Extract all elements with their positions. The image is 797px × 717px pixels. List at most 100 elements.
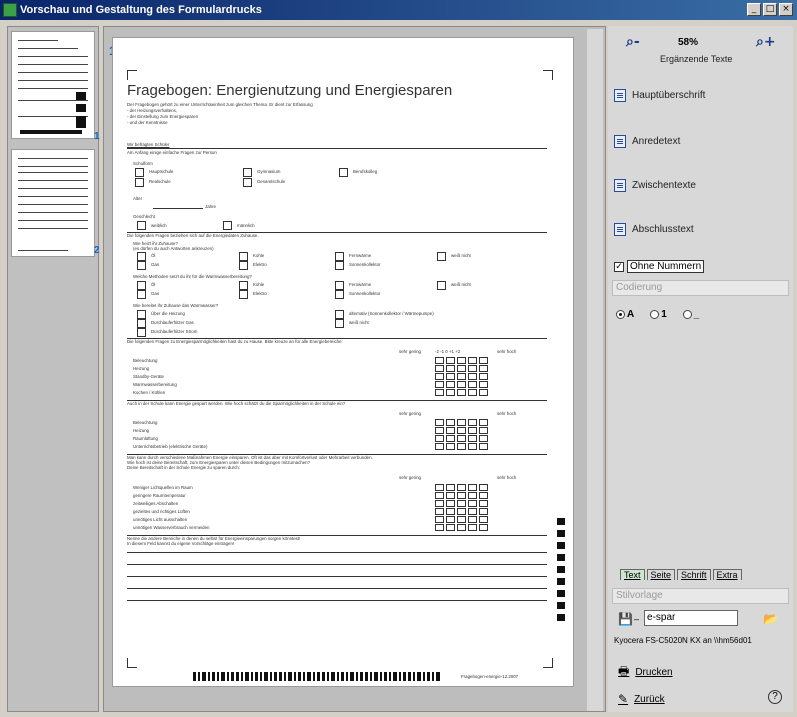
rating-row[interactable] bbox=[435, 500, 488, 507]
rating-row[interactable] bbox=[435, 389, 488, 396]
rating-row[interactable] bbox=[435, 373, 488, 380]
opt-water-heizung: Über die Heizung bbox=[151, 311, 185, 316]
print-preview-area[interactable]: 1 Fragebogen: Energienutzung und Energie… bbox=[103, 26, 606, 712]
answer-line[interactable] bbox=[127, 564, 547, 565]
radio-icon bbox=[650, 310, 660, 319]
checkbox-icon[interactable]: ✓ bbox=[614, 261, 624, 272]
minimize-button[interactable]: _ bbox=[747, 3, 761, 16]
help-button[interactable]: ? bbox=[768, 690, 782, 704]
checkbox-warm-oel[interactable] bbox=[137, 281, 146, 290]
doc-title: Fragebogen: Energienutzung und Energiesp… bbox=[127, 82, 453, 99]
close-button[interactable]: × bbox=[779, 3, 793, 16]
checkbox-heat-oel[interactable] bbox=[137, 252, 146, 261]
rating-row[interactable] bbox=[435, 357, 488, 364]
checkbox-water-heizung[interactable] bbox=[137, 310, 146, 319]
registration-mark bbox=[557, 590, 565, 597]
rating-row[interactable] bbox=[435, 435, 488, 442]
stilvorlage-input[interactable]: e-spar bbox=[644, 610, 738, 626]
page-thumbnail-2[interactable] bbox=[11, 149, 95, 257]
answer-line[interactable] bbox=[127, 588, 547, 589]
checkbox-heat-elektro[interactable] bbox=[239, 261, 248, 270]
registration-mark bbox=[557, 542, 565, 549]
zoom-value: 58% bbox=[678, 37, 699, 48]
checkbox-maennlich[interactable] bbox=[223, 221, 232, 230]
doc-intro-3: - der Einstellung zum Energiesparen bbox=[127, 114, 199, 119]
q-free-sub: In diesem Feld kannst du eigene Vorschlä… bbox=[127, 541, 235, 546]
answer-line[interactable] bbox=[127, 552, 547, 553]
checkbox-heat-weissnicht[interactable] bbox=[437, 252, 446, 261]
checkbox-hauptschule[interactable] bbox=[135, 168, 144, 177]
opt-gesamtschule: Gesamtschule bbox=[257, 179, 286, 184]
page-thumbnail-1[interactable] bbox=[11, 31, 95, 139]
ohne-nummern-checkbox[interactable]: ✓ Ohne Nummern bbox=[614, 260, 705, 273]
checkbox-realschule[interactable] bbox=[135, 178, 144, 187]
zurueck-button[interactable]: ✎ Zurück bbox=[618, 692, 665, 706]
checkbox-warm-weissnicht[interactable] bbox=[437, 281, 446, 290]
rating-row[interactable] bbox=[435, 484, 488, 491]
rating-row[interactable] bbox=[435, 365, 488, 372]
rating-row[interactable] bbox=[435, 516, 488, 523]
save-icon[interactable]: 💾 bbox=[618, 612, 633, 626]
answer-line[interactable] bbox=[127, 600, 547, 601]
radio-a[interactable]: A bbox=[616, 309, 634, 320]
checkbox-warm-kohle[interactable] bbox=[239, 281, 248, 290]
doc-section-sub: Am Anfang einige einfache Fragen zur Per… bbox=[127, 150, 217, 155]
rating-row[interactable] bbox=[435, 524, 488, 531]
checkbox-heat-fernwaerme[interactable] bbox=[335, 252, 344, 261]
checkbox-gymnasium[interactable] bbox=[243, 168, 252, 177]
checkbox-weiblich[interactable] bbox=[137, 221, 146, 230]
checkbox-water-alternativ[interactable] bbox=[335, 310, 344, 319]
checkbox-water-gas[interactable] bbox=[137, 319, 146, 328]
checkbox-warm-gas[interactable] bbox=[137, 290, 146, 299]
zwischentexte-button[interactable]: Zwischentexte bbox=[614, 174, 788, 196]
abschlusstext-button[interactable]: Abschlusstext bbox=[614, 218, 788, 240]
zoom-in-button[interactable]: ⌕+ bbox=[756, 34, 776, 50]
rating-row[interactable] bbox=[435, 508, 488, 515]
checkbox-water-strom[interactable] bbox=[137, 328, 146, 337]
checkbox-heat-gas[interactable] bbox=[137, 261, 146, 270]
drucken-button[interactable]: 🖶 Drucken bbox=[618, 662, 673, 683]
tab-schrift[interactable]: Schrift bbox=[677, 569, 711, 580]
zoom-out-button[interactable]: ⌕- bbox=[626, 34, 640, 50]
opt-gymnasium: Gymnasium bbox=[257, 169, 281, 174]
tab-seite[interactable]: Seite bbox=[646, 569, 676, 580]
opt-heat-sonne: Sonnenkollektor bbox=[349, 262, 381, 267]
tab-text[interactable]: Text bbox=[620, 569, 645, 580]
checkbox-berufskolleg[interactable] bbox=[339, 168, 348, 177]
rating-row[interactable] bbox=[435, 419, 488, 426]
scale-high-2: sehr hoch bbox=[497, 411, 517, 416]
label-jahre: Jahre bbox=[205, 204, 216, 209]
anredetext-button[interactable]: Anredetext bbox=[614, 130, 788, 152]
checkbox-warm-sonne[interactable] bbox=[335, 290, 344, 299]
opt-heat-weissnicht: weiß nicht bbox=[451, 253, 471, 258]
checkbox-heat-sonne[interactable] bbox=[335, 261, 344, 270]
checkbox-warm-elektro[interactable] bbox=[239, 290, 248, 299]
opt-hauptschule: Hauptschule bbox=[149, 169, 174, 174]
tab-extra[interactable]: Extra bbox=[712, 569, 742, 580]
radio-underscore[interactable]: _ bbox=[682, 309, 699, 320]
settings-tabs: Text Seite Schrift Extra bbox=[620, 569, 742, 580]
rating-row[interactable] bbox=[435, 492, 488, 499]
radio-1[interactable]: 1 bbox=[650, 309, 667, 320]
window-title: Vorschau und Gestaltung des Formulardruc… bbox=[20, 4, 262, 16]
checkbox-gesamtschule[interactable] bbox=[243, 178, 252, 187]
hauptueberschrift-button[interactable]: Hauptüberschrift bbox=[614, 84, 788, 106]
opt-heat-oel: Öl bbox=[151, 253, 156, 258]
rating-row[interactable] bbox=[435, 427, 488, 434]
maximize-button[interactable]: □ bbox=[763, 3, 777, 16]
rating-row[interactable] bbox=[435, 381, 488, 388]
open-folder-icon[interactable]: 📂 bbox=[763, 612, 778, 626]
answer-line[interactable] bbox=[127, 576, 547, 577]
rating-row[interactable] bbox=[435, 443, 488, 450]
q-school: Auch in der Schule kann Energie gespart … bbox=[127, 401, 346, 406]
alter-line bbox=[153, 208, 203, 209]
printer-icon: 🖶 bbox=[618, 664, 630, 678]
rate2-item: Beleuchtung bbox=[133, 420, 158, 425]
printer-selector[interactable]: Kyocera FS-C5020N KX an \\hm56d01 bbox=[614, 636, 752, 645]
checkbox-water-weissnicht[interactable] bbox=[335, 319, 344, 328]
rate3-item: unnötiges Licht ausschalten bbox=[133, 517, 188, 522]
preview-scrollbar[interactable] bbox=[587, 29, 603, 711]
checkbox-warm-fernwaerme[interactable] bbox=[335, 281, 344, 290]
checkbox-heat-kohle[interactable] bbox=[239, 252, 248, 261]
rate1-item: Warmwasserbereitung bbox=[133, 382, 177, 387]
